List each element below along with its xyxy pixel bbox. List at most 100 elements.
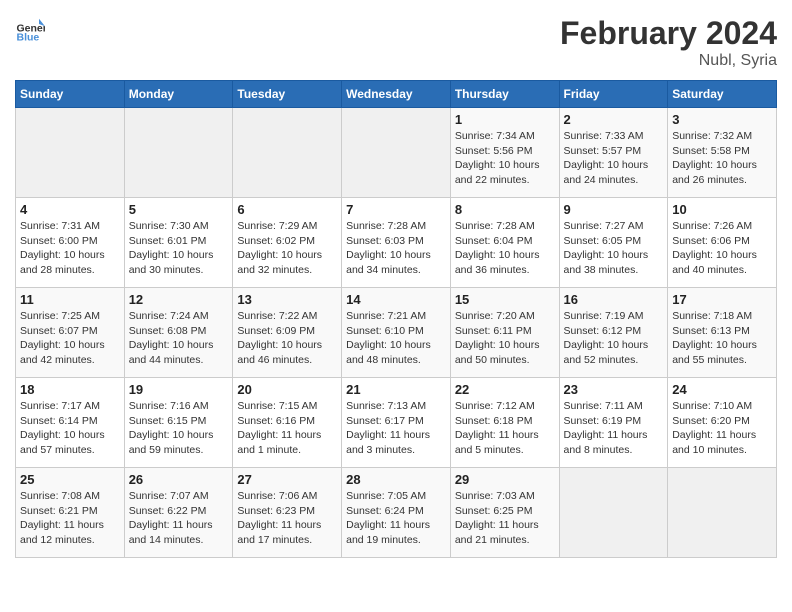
calendar-week-1: 4 Sunrise: 7:31 AM Sunset: 6:00 PM Daylig… <box>16 198 777 288</box>
calendar-week-4: 25 Sunrise: 7:08 AM Sunset: 6:21 PM Dayli… <box>16 468 777 558</box>
weekday-tuesday: Tuesday <box>233 81 342 108</box>
day-info: Sunrise: 7:03 AM Sunset: 6:25 PM Dayligh… <box>455 489 555 548</box>
calendar-week-0: 1 Sunrise: 7:34 AM Sunset: 5:56 PM Daylig… <box>16 108 777 198</box>
logo: General Blue <box>15 15 45 45</box>
day-info: Sunrise: 7:26 AM Sunset: 6:06 PM Dayligh… <box>672 219 772 278</box>
calendar-cell: 24 Sunrise: 7:10 AM Sunset: 6:20 PM Dayli… <box>668 378 777 468</box>
title-block: February 2024 Nubl, Syria <box>560 15 777 70</box>
day-info: Sunrise: 7:19 AM Sunset: 6:12 PM Dayligh… <box>564 309 664 368</box>
calendar-header: SundayMondayTuesdayWednesdayThursdayFrid… <box>16 81 777 108</box>
calendar-cell: 1 Sunrise: 7:34 AM Sunset: 5:56 PM Daylig… <box>450 108 559 198</box>
calendar-cell: 6Sunrise: 7:29 AM Sunset: 6:02 PM Daylig… <box>233 198 342 288</box>
day-info: Sunrise: 7:13 AM Sunset: 6:17 PM Dayligh… <box>346 399 446 458</box>
day-number: 1 <box>455 112 555 127</box>
day-number: 4 <box>20 202 120 217</box>
day-number: 2 <box>564 112 664 127</box>
day-number: 29 <box>455 472 555 487</box>
calendar-cell: 20Sunrise: 7:15 AM Sunset: 6:16 PM Dayli… <box>233 378 342 468</box>
day-info: Sunrise: 7:21 AM Sunset: 6:10 PM Dayligh… <box>346 309 446 368</box>
day-number: 7 <box>346 202 446 217</box>
calendar-cell <box>16 108 125 198</box>
calendar-cell: 22 Sunrise: 7:12 AM Sunset: 6:18 PM Dayli… <box>450 378 559 468</box>
day-info: Sunrise: 7:12 AM Sunset: 6:18 PM Dayligh… <box>455 399 555 458</box>
calendar-location: Nubl, Syria <box>560 52 777 70</box>
day-number: 13 <box>237 292 337 307</box>
day-info: Sunrise: 7:34 AM Sunset: 5:56 PM Dayligh… <box>455 129 555 188</box>
calendar-cell: 28Sunrise: 7:05 AM Sunset: 6:24 PM Dayli… <box>342 468 451 558</box>
day-info: Sunrise: 7:28 AM Sunset: 6:04 PM Dayligh… <box>455 219 555 278</box>
calendar-cell: 18 Sunrise: 7:17 AM Sunset: 6:14 PM Dayli… <box>16 378 125 468</box>
calendar-cell: 5 Sunrise: 7:30 AM Sunset: 6:01 PM Daylig… <box>124 198 233 288</box>
day-number: 11 <box>20 292 120 307</box>
calendar-cell: 11 Sunrise: 7:25 AM Sunset: 6:07 PM Dayli… <box>16 288 125 378</box>
day-number: 3 <box>672 112 772 127</box>
calendar-cell: 3Sunrise: 7:32 AM Sunset: 5:58 PM Daylig… <box>668 108 777 198</box>
day-info: Sunrise: 7:18 AM Sunset: 6:13 PM Dayligh… <box>672 309 772 368</box>
day-info: Sunrise: 7:31 AM Sunset: 6:00 PM Dayligh… <box>20 219 120 278</box>
day-number: 15 <box>455 292 555 307</box>
calendar-cell: 29 Sunrise: 7:03 AM Sunset: 6:25 PM Dayli… <box>450 468 559 558</box>
day-number: 20 <box>237 382 337 397</box>
calendar-cell: 13 Sunrise: 7:22 AM Sunset: 6:09 PM Dayli… <box>233 288 342 378</box>
weekday-wednesday: Wednesday <box>342 81 451 108</box>
day-info: Sunrise: 7:22 AM Sunset: 6:09 PM Dayligh… <box>237 309 337 368</box>
calendar-cell: 14 Sunrise: 7:21 AM Sunset: 6:10 PM Dayli… <box>342 288 451 378</box>
day-info: Sunrise: 7:11 AM Sunset: 6:19 PM Dayligh… <box>564 399 664 458</box>
calendar-cell: 2 Sunrise: 7:33 AM Sunset: 5:57 PM Daylig… <box>559 108 668 198</box>
day-number: 10 <box>672 202 772 217</box>
calendar-cell: 21 Sunrise: 7:13 AM Sunset: 6:17 PM Dayli… <box>342 378 451 468</box>
calendar-cell <box>233 108 342 198</box>
day-number: 12 <box>129 292 229 307</box>
day-number: 9 <box>564 202 664 217</box>
day-info: Sunrise: 7:33 AM Sunset: 5:57 PM Dayligh… <box>564 129 664 188</box>
weekday-thursday: Thursday <box>450 81 559 108</box>
day-number: 18 <box>20 382 120 397</box>
calendar-cell: 16Sunrise: 7:19 AM Sunset: 6:12 PM Dayli… <box>559 288 668 378</box>
day-info: Sunrise: 7:06 AM Sunset: 6:23 PM Dayligh… <box>237 489 337 548</box>
day-info: Sunrise: 7:05 AM Sunset: 6:24 PM Dayligh… <box>346 489 446 548</box>
page-header: General Blue February 2024 Nubl, Syria <box>15 15 777 70</box>
weekday-monday: Monday <box>124 81 233 108</box>
day-info: Sunrise: 7:10 AM Sunset: 6:20 PM Dayligh… <box>672 399 772 458</box>
weekday-header-row: SundayMondayTuesdayWednesdayThursdayFrid… <box>16 81 777 108</box>
calendar-cell: 9 Sunrise: 7:27 AM Sunset: 6:05 PM Daylig… <box>559 198 668 288</box>
day-number: 5 <box>129 202 229 217</box>
day-info: Sunrise: 7:08 AM Sunset: 6:21 PM Dayligh… <box>20 489 120 548</box>
day-info: Sunrise: 7:17 AM Sunset: 6:14 PM Dayligh… <box>20 399 120 458</box>
day-info: Sunrise: 7:20 AM Sunset: 6:11 PM Dayligh… <box>455 309 555 368</box>
calendar-cell: 10 Sunrise: 7:26 AM Sunset: 6:06 PM Dayli… <box>668 198 777 288</box>
day-number: 26 <box>129 472 229 487</box>
day-number: 22 <box>455 382 555 397</box>
weekday-saturday: Saturday <box>668 81 777 108</box>
calendar-title: February 2024 <box>560 15 777 52</box>
day-info: Sunrise: 7:28 AM Sunset: 6:03 PM Dayligh… <box>346 219 446 278</box>
calendar-cell <box>342 108 451 198</box>
day-info: Sunrise: 7:29 AM Sunset: 6:02 PM Dayligh… <box>237 219 337 278</box>
calendar-body: 1 Sunrise: 7:34 AM Sunset: 5:56 PM Daylig… <box>16 108 777 558</box>
day-info: Sunrise: 7:16 AM Sunset: 6:15 PM Dayligh… <box>129 399 229 458</box>
calendar-cell <box>124 108 233 198</box>
calendar-cell <box>559 468 668 558</box>
day-number: 21 <box>346 382 446 397</box>
day-number: 23 <box>564 382 664 397</box>
calendar-cell: 12 Sunrise: 7:24 AM Sunset: 6:08 PM Dayli… <box>124 288 233 378</box>
day-info: Sunrise: 7:25 AM Sunset: 6:07 PM Dayligh… <box>20 309 120 368</box>
calendar-week-3: 18 Sunrise: 7:17 AM Sunset: 6:14 PM Dayli… <box>16 378 777 468</box>
calendar-cell: 7 Sunrise: 7:28 AM Sunset: 6:03 PM Daylig… <box>342 198 451 288</box>
day-number: 8 <box>455 202 555 217</box>
day-number: 17 <box>672 292 772 307</box>
logo-icon: General Blue <box>15 15 45 45</box>
day-number: 14 <box>346 292 446 307</box>
day-number: 24 <box>672 382 772 397</box>
day-info: Sunrise: 7:07 AM Sunset: 6:22 PM Dayligh… <box>129 489 229 548</box>
day-info: Sunrise: 7:24 AM Sunset: 6:08 PM Dayligh… <box>129 309 229 368</box>
day-info: Sunrise: 7:27 AM Sunset: 6:05 PM Dayligh… <box>564 219 664 278</box>
day-number: 19 <box>129 382 229 397</box>
calendar-cell: 23 Sunrise: 7:11 AM Sunset: 6:19 PM Dayli… <box>559 378 668 468</box>
calendar-cell: 15 Sunrise: 7:20 AM Sunset: 6:11 PM Dayli… <box>450 288 559 378</box>
day-number: 25 <box>20 472 120 487</box>
calendar-cell: 17 Sunrise: 7:18 AM Sunset: 6:13 PM Dayli… <box>668 288 777 378</box>
calendar-cell: 19 Sunrise: 7:16 AM Sunset: 6:15 PM Dayli… <box>124 378 233 468</box>
day-info: Sunrise: 7:30 AM Sunset: 6:01 PM Dayligh… <box>129 219 229 278</box>
calendar-cell: 4 Sunrise: 7:31 AM Sunset: 6:00 PM Daylig… <box>16 198 125 288</box>
